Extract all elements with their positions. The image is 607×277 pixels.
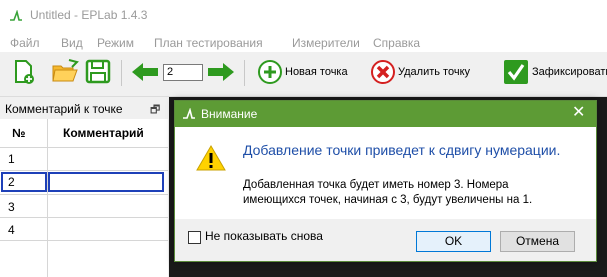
menu-help[interactable]: Справка xyxy=(373,36,420,50)
row-divider xyxy=(0,147,168,148)
menu-meters[interactable]: Измерители xyxy=(292,36,360,50)
save-icon[interactable] xyxy=(85,58,111,86)
dialog-main-message: Добавление точки приведет к сдвигу нумер… xyxy=(243,142,561,158)
menu-bar: Файл Вид Режим План тестирования Измерит… xyxy=(0,30,607,52)
app-logo-icon xyxy=(183,108,195,119)
table-row-number[interactable]: 3 xyxy=(8,200,15,214)
dont-show-again-label[interactable]: Не показывать снова xyxy=(205,229,323,243)
add-point-icon[interactable] xyxy=(256,58,284,86)
app-logo-icon xyxy=(10,10,22,21)
window-title: Untitled - EPLab 1.4.3 xyxy=(30,8,148,22)
ok-button[interactable]: OK xyxy=(416,231,491,252)
panel-title: Комментарий к точке xyxy=(5,102,123,116)
comments-table xyxy=(0,119,168,277)
warning-dialog: Внимание ✕ Добавление точки приведет к с… xyxy=(174,100,597,262)
close-icon[interactable]: ✕ xyxy=(572,104,585,122)
column-header-number[interactable]: № xyxy=(12,126,25,140)
delete-point-icon[interactable] xyxy=(369,58,397,86)
dialog-title: Внимание xyxy=(201,107,258,121)
dont-show-again-checkbox[interactable] xyxy=(188,231,201,244)
table-row-number[interactable]: 2 xyxy=(8,175,15,189)
warning-icon xyxy=(196,145,226,171)
arrow-left-icon[interactable] xyxy=(130,58,160,86)
menu-mode[interactable]: Режим xyxy=(97,36,134,50)
selected-cell-comment[interactable] xyxy=(48,172,164,192)
toolbar: 2 Новая точка Удалить точку Зафиксироват… xyxy=(0,52,607,97)
row-divider xyxy=(0,194,168,195)
column-header-comment[interactable]: Комментарий xyxy=(63,126,144,140)
dock-icon[interactable]: 🗗 xyxy=(150,101,160,120)
step-input[interactable]: 2 xyxy=(163,64,203,81)
menu-view[interactable]: Вид xyxy=(61,36,83,50)
arrow-right-icon[interactable] xyxy=(206,58,236,86)
cancel-button[interactable]: Отмена xyxy=(500,231,575,252)
fix-label[interactable]: Зафиксировать xyxy=(532,66,607,78)
checkmark-icon[interactable] xyxy=(503,58,529,86)
menu-file[interactable]: Файл xyxy=(10,36,40,50)
add-point-label[interactable]: Новая точка xyxy=(285,66,348,78)
row-divider xyxy=(0,217,168,218)
new-file-icon[interactable] xyxy=(12,58,36,86)
menu-test-plan[interactable]: План тестирования xyxy=(154,36,263,50)
open-folder-icon[interactable] xyxy=(51,58,79,86)
row-divider xyxy=(0,240,168,241)
delete-point-label[interactable]: Удалить точку xyxy=(398,66,470,78)
toolbar-separator xyxy=(121,60,122,86)
dialog-detail-message: Добавленная точка будет иметь номер 3. Н… xyxy=(243,178,532,208)
table-row-number[interactable]: 4 xyxy=(8,223,15,237)
toolbar-separator xyxy=(244,60,245,86)
table-row-number[interactable]: 1 xyxy=(8,152,15,166)
dialog-detail-line: имеющихся точек, начиная с 3, будут увел… xyxy=(243,194,533,206)
column-divider xyxy=(47,119,48,277)
dialog-detail-line: Добавленная точка будет иметь номер 3. Н… xyxy=(243,179,509,191)
row-divider xyxy=(0,170,168,171)
